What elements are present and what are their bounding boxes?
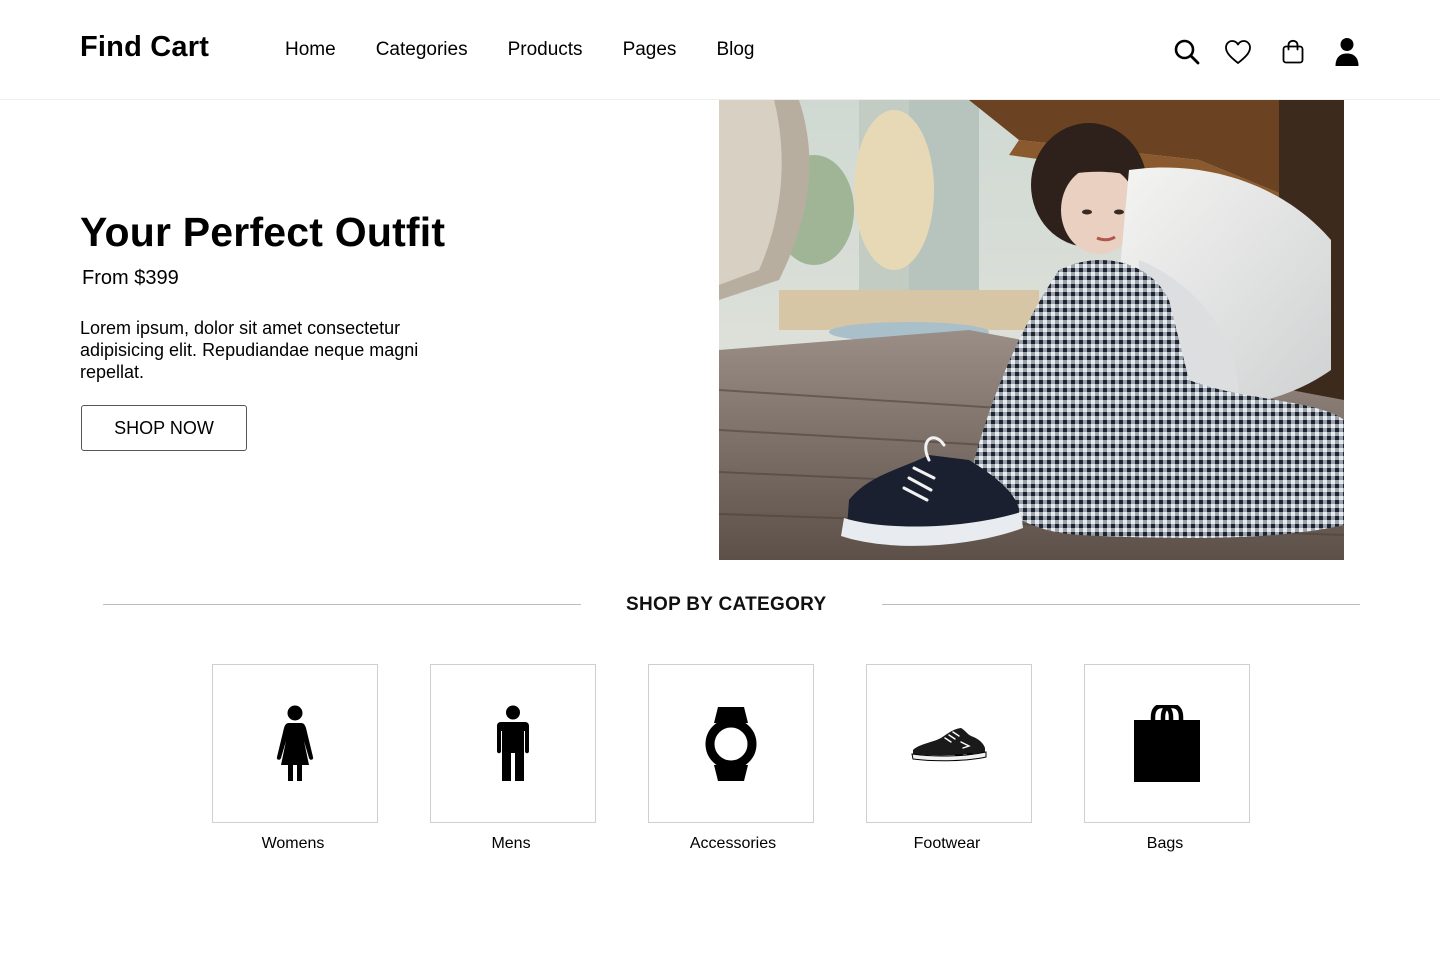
header-actions (1170, 34, 1370, 70)
category-card-bags[interactable] (1084, 664, 1250, 823)
category-card-footwear[interactable] (866, 664, 1032, 823)
main-nav: Home Categories Products Pages Blog (285, 39, 754, 61)
nav-pages[interactable]: Pages (623, 39, 677, 61)
watch-icon (705, 706, 757, 781)
nav-home[interactable]: Home (285, 39, 336, 61)
nav-products[interactable]: Products (508, 39, 583, 61)
nav-blog[interactable]: Blog (716, 39, 754, 61)
hero-price: From $399 (82, 267, 179, 289)
woman-icon (276, 705, 314, 781)
category-label-bags[interactable]: Bags (1082, 835, 1248, 853)
site-header: Find Cart Home Categories Products Pages… (0, 0, 1440, 100)
man-icon (497, 705, 529, 781)
category-label-footwear[interactable]: Footwear (864, 835, 1030, 853)
sneaker-icon (911, 727, 987, 761)
hero-description: Lorem ipsum, dolor sit amet consectetur … (80, 318, 419, 382)
category-card-womens[interactable] (212, 664, 378, 823)
heart-icon[interactable] (1221, 34, 1255, 70)
search-icon[interactable] (1170, 34, 1204, 70)
nav-categories[interactable]: Categories (376, 39, 468, 61)
section-divider-left (103, 604, 581, 605)
category-label-accessories[interactable]: Accessories (650, 835, 816, 853)
logo[interactable]: Find Cart (80, 31, 209, 64)
category-label-womens[interactable]: Womens (210, 835, 376, 853)
user-icon[interactable] (1330, 34, 1364, 70)
shop-now-button[interactable]: SHOP NOW (81, 405, 247, 451)
section-divider-right (882, 604, 1360, 605)
bag-icon (1134, 704, 1200, 782)
hero-title: Your Perfect Outfit (80, 209, 446, 255)
category-label-mens[interactable]: Mens (428, 835, 594, 853)
category-card-mens[interactable] (430, 664, 596, 823)
section-heading: SHOP BY CATEGORY (626, 594, 827, 615)
shopping-bag-icon[interactable] (1276, 34, 1310, 70)
hero-image (719, 100, 1344, 560)
category-card-accessories[interactable] (648, 664, 814, 823)
